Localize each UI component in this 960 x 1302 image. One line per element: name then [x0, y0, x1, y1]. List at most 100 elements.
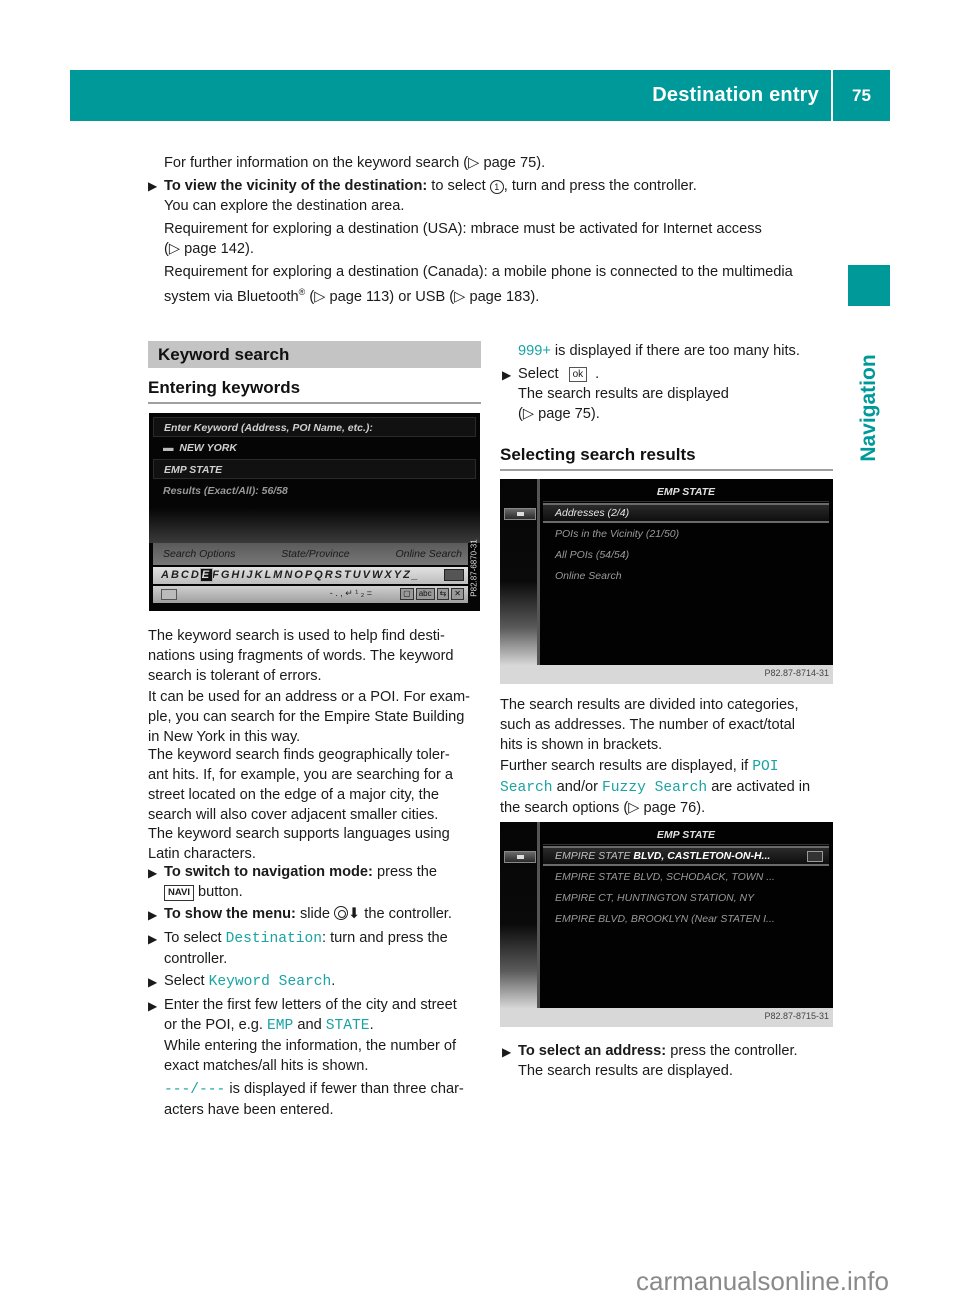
tab-state-province[interactable]: State/Province: [281, 548, 349, 560]
paragraph-1: The keyword search is used to help find …: [148, 626, 454, 686]
screen-sidebar: [500, 822, 540, 1008]
text: While entering the information, the numb…: [164, 1038, 457, 1054]
text: , turn and press the controller.: [503, 178, 697, 194]
marker-1-icon: 1: [489, 180, 504, 194]
hits-overflow-code: 999+: [518, 343, 551, 359]
intro-line-4: Requirement for exploring a destination …: [164, 221, 762, 237]
result-category-item[interactable]: POIs in the Vicinity (21/50): [543, 524, 829, 544]
image-id: P82.87-6870-31: [468, 528, 480, 608]
line: ant hits. If, for example, you are searc…: [148, 767, 454, 783]
address-result-item[interactable]: EMPIRE BLVD, BROOKLYN (Near STATEN I...: [543, 909, 829, 929]
details-arrow-icon[interactable]: [807, 851, 823, 862]
tab-online-search[interactable]: Online Search: [395, 548, 462, 560]
ref-arrow-icon: ▷: [314, 288, 330, 305]
ok-key[interactable]: [444, 569, 464, 581]
switch-key[interactable]: ⇆: [436, 588, 450, 600]
page-ref-link[interactable]: page 142: [184, 241, 245, 257]
ref-arrow-icon: ▷: [628, 800, 644, 816]
text: the controller.: [360, 906, 452, 922]
ref-arrow-icon: ▷: [522, 406, 539, 422]
address-result-item[interactable]: EMPIRE STATE BLVD, SCHODACK, TOWN ...: [543, 867, 829, 887]
text: Select: [164, 973, 209, 989]
too-many-hits-note: 999+ is displayed if there are too many …: [518, 341, 800, 361]
keyboard-tab-bar: Search Options State/Province Online Sea…: [153, 543, 468, 565]
page-ref-link[interactable]: page 76: [643, 800, 696, 816]
subheading-selecting-results: Selecting search results: [500, 445, 696, 464]
letter-keyboard[interactable]: ABCDEFGHIJKLMNOPQRSTUVWXYZ_: [153, 567, 468, 584]
location-value: NEW YORK: [179, 442, 237, 454]
keys[interactable]: ABCD: [161, 569, 201, 581]
back-button-icon[interactable]: [504, 508, 536, 520]
example-state: STATE: [325, 1018, 370, 1034]
step-show-menu: To show the menu: slide ⬇ the controller…: [164, 904, 452, 924]
paragraph-2: It can be used for an address or a POI. …: [148, 687, 470, 747]
results-count: Results (Exact/All): 56/58: [163, 485, 288, 497]
screen-fade: [149, 508, 480, 543]
delete-key[interactable]: ✕: [451, 588, 464, 600]
rest-part: BLVD, CASTLETON-ON-H...: [630, 850, 771, 862]
result-category-item[interactable]: All POIs (54/54): [543, 545, 829, 565]
step-bullet-icon: ▶: [148, 866, 158, 880]
symbol-keys[interactable]: - . , ↵ ¹ ₂ =: [330, 588, 372, 599]
address-result-item[interactable]: EMPIRE STATE BLVD, CASTLETON-ON-H...: [543, 846, 829, 866]
step-label: To switch to navigation mode:: [164, 864, 373, 880]
slide-down-arrow-icon: ⬇: [348, 906, 361, 922]
line: It can be used for an address or a POI. …: [148, 689, 471, 705]
back-key-icon[interactable]: [161, 589, 177, 600]
text: Further search results are displayed, if: [500, 758, 753, 774]
page-ref-link[interactable]: page 113: [330, 289, 390, 305]
text: To select: [164, 930, 226, 946]
registered-mark: ®: [298, 287, 306, 297]
keyword-prompt: Enter Keyword (Address, POI Name, etc.):: [153, 417, 476, 437]
keyword-input[interactable]: EMP STATE: [153, 459, 476, 479]
controller-icon: [334, 906, 349, 920]
line: The keyword search finds geographically …: [148, 747, 450, 763]
search-categories-screenshot: EMP STATE Addresses (2/4) POIs in the Vi…: [500, 479, 833, 665]
text: acters have been entered.: [164, 1102, 334, 1118]
option-poi-search: POI: [752, 759, 779, 775]
line: Latin characters.: [148, 846, 256, 862]
paragraph-4: The keyword search supports languages us…: [148, 824, 450, 864]
keyword-entry-screenshot: Enter Keyword (Address, POI Name, etc.):…: [149, 413, 480, 611]
location-row: ▬ NEW YORK: [153, 438, 476, 458]
keys[interactable]: FGHIJKLMNOPQRSTUVWXYZ_: [212, 569, 420, 581]
intro-line-1: For further information on the keyword s…: [164, 155, 546, 171]
text: and: [293, 1017, 326, 1033]
step-bullet-icon: ▶: [148, 999, 158, 1013]
step-select-ok: Select ok. The search results are display…: [518, 366, 729, 422]
result-category-item[interactable]: Online Search: [543, 566, 829, 586]
page-ref-link[interactable]: page 75: [538, 406, 591, 422]
selected-key[interactable]: E: [199, 568, 214, 582]
abc-key[interactable]: abc: [415, 588, 435, 600]
tab-search-options[interactable]: Search Options: [163, 548, 235, 560]
image-id-text: P82.87-8714-31: [764, 668, 829, 678]
page-ref-link[interactable]: page 183: [469, 289, 530, 305]
ref-arrow-icon: ▷: [168, 241, 185, 257]
placeholder-dashes: ---/---: [164, 1082, 226, 1098]
page-ref-link[interactable]: page 75: [483, 155, 536, 171]
screen-title: EMP STATE: [543, 483, 829, 502]
paragraph-3: The keyword search finds geographically …: [148, 745, 453, 825]
step-bullet-icon: ▶: [502, 368, 512, 382]
keyboard-tools-row: - . , ↵ ¹ ₂ = ▢ abc ⇆ ✕: [153, 586, 468, 603]
step-bullet-icon: ▶: [502, 1045, 512, 1059]
chapter-tab-label: Navigation: [857, 354, 880, 462]
step-label: To show the menu:: [164, 906, 296, 922]
result-category-item[interactable]: Addresses (2/4): [543, 503, 829, 523]
text: to select: [427, 178, 490, 194]
text: press the controller.: [666, 1043, 798, 1059]
line: nations using fragments of words. The ke…: [148, 648, 454, 664]
space-key[interactable]: ▢: [400, 588, 414, 600]
menu-item-keyword-search: Keyword Search: [208, 974, 332, 990]
text: press the: [372, 864, 438, 880]
text: The search results are displayed.: [518, 1063, 733, 1079]
address-result-item[interactable]: EMPIRE CT, HUNTINGTON STATION, NY: [543, 888, 829, 908]
heading-rule: [500, 469, 833, 471]
line: The keyword search is used to help find …: [148, 628, 445, 644]
page-number: 75: [852, 86, 871, 105]
text: exact matches/all hits is shown.: [164, 1058, 369, 1074]
section-title: Destination entry: [652, 84, 819, 106]
back-button-icon[interactable]: [504, 851, 536, 863]
text: system via Bluetooth: [164, 288, 299, 305]
text: controller.: [164, 951, 228, 967]
